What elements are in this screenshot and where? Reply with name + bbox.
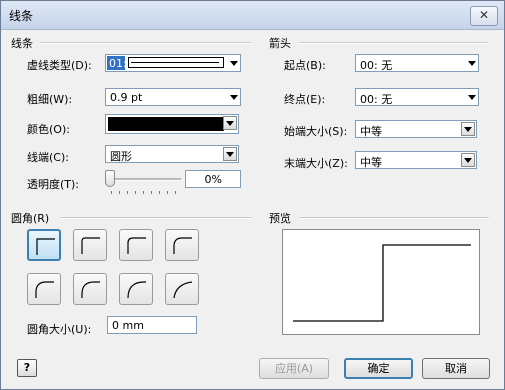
corner-style-0[interactable] bbox=[27, 229, 61, 261]
chevron-down-icon bbox=[468, 95, 476, 100]
corner-style-6[interactable] bbox=[119, 273, 153, 305]
chevron-down-icon bbox=[230, 61, 238, 66]
chevron-down-icon bbox=[461, 122, 475, 136]
dialog-title: 线条 bbox=[9, 9, 34, 23]
close-icon: ✕ bbox=[478, 8, 490, 22]
end-arrow-dropdown[interactable]: 00: 无 bbox=[355, 88, 479, 106]
corners-section-divider bbox=[61, 217, 251, 219]
line-section-title: 线条 bbox=[11, 37, 33, 50]
line-section-divider bbox=[41, 42, 251, 44]
corner-style-5[interactable] bbox=[73, 273, 107, 305]
dash-type-label: 虚线类型(D): bbox=[27, 59, 92, 72]
line-preview bbox=[293, 244, 471, 322]
preview-pane bbox=[282, 229, 480, 335]
preview-section-divider bbox=[299, 217, 489, 219]
transparency-label: 透明度(T): bbox=[27, 178, 80, 191]
line-dialog: 线条 ✕ 线条 虚线类型(D): 01: 粗细(W): 0.9 pt 颜色(O)… bbox=[0, 0, 505, 390]
begin-arrow-label: 起点(B): bbox=[284, 59, 326, 72]
help-icon: ? bbox=[23, 361, 31, 374]
transparency-slider-ticks bbox=[111, 191, 181, 194]
arrows-section-title: 箭头 bbox=[269, 37, 291, 50]
chevron-down-icon bbox=[461, 153, 475, 167]
begin-size-label: 始端大小(S): bbox=[284, 125, 348, 138]
end-arrow-value: 00: 无 bbox=[360, 93, 393, 106]
chevron-down-icon bbox=[468, 61, 476, 66]
dash-pattern-swatch bbox=[128, 57, 224, 68]
apply-button[interactable]: 应用(A) bbox=[259, 358, 329, 379]
cap-value: 圆形 bbox=[110, 150, 132, 163]
dash-type-value: 01: bbox=[109, 57, 127, 70]
begin-size-value: 中等 bbox=[360, 125, 382, 138]
corner-style-1[interactable] bbox=[73, 229, 107, 261]
corners-section-title: 圆角(R) bbox=[11, 212, 50, 225]
color-dropdown[interactable] bbox=[105, 114, 239, 134]
transparency-slider-thumb[interactable] bbox=[105, 170, 115, 187]
rounded-corner-icon bbox=[173, 281, 192, 298]
corner-style-4[interactable] bbox=[27, 273, 61, 305]
chevron-down-icon bbox=[223, 147, 237, 161]
ok-button[interactable]: 确定 bbox=[344, 358, 413, 379]
end-size-label: 末端大小(Z): bbox=[284, 157, 348, 170]
color-swatch bbox=[108, 117, 224, 131]
rounded-corner-icon bbox=[81, 237, 100, 254]
corner-size-label: 圆角大小(U): bbox=[27, 323, 92, 336]
chevron-down-icon bbox=[223, 116, 237, 130]
rounded-corner-icon bbox=[81, 281, 100, 298]
corner-style-3[interactable] bbox=[165, 229, 199, 261]
begin-arrow-dropdown[interactable]: 00: 无 bbox=[355, 54, 479, 72]
chevron-down-icon bbox=[230, 95, 238, 100]
end-size-dropdown[interactable]: 中等 bbox=[355, 151, 477, 169]
cancel-button[interactable]: 取消 bbox=[422, 358, 490, 379]
corner-style-7[interactable] bbox=[165, 273, 199, 305]
weight-label: 粗细(W): bbox=[27, 93, 73, 106]
help-button[interactable]: ? bbox=[17, 359, 37, 377]
transparency-value: 0% bbox=[204, 173, 222, 186]
dash-type-dropdown[interactable]: 01: bbox=[105, 54, 241, 72]
corner-size-input[interactable]: 0 mm bbox=[107, 316, 197, 334]
rounded-corner-icon bbox=[35, 281, 54, 298]
end-arrow-label: 终点(E): bbox=[284, 93, 326, 106]
rounded-corner-icon bbox=[173, 237, 192, 254]
rounded-corner-icon bbox=[127, 237, 146, 254]
corner-style-2[interactable] bbox=[119, 229, 153, 261]
rounded-corner-icon bbox=[127, 281, 146, 298]
square-corner-icon bbox=[36, 238, 55, 255]
transparency-slider-track[interactable] bbox=[109, 178, 181, 181]
close-button[interactable]: ✕ bbox=[470, 6, 498, 26]
arrows-section-divider bbox=[299, 42, 489, 44]
end-size-value: 中等 bbox=[360, 156, 382, 169]
corner-size-value: 0 mm bbox=[112, 319, 144, 332]
cap-label: 线端(C): bbox=[27, 151, 69, 164]
color-label: 颜色(O): bbox=[27, 123, 70, 136]
transparency-input[interactable]: 0% bbox=[185, 170, 241, 188]
weight-dropdown[interactable]: 0.9 pt bbox=[105, 88, 241, 106]
title-bar: 线条 ✕ bbox=[1, 1, 504, 30]
begin-arrow-value: 00: 无 bbox=[360, 59, 393, 72]
cap-dropdown[interactable]: 圆形 bbox=[105, 145, 239, 163]
preview-section-title: 预览 bbox=[269, 212, 291, 225]
begin-size-dropdown[interactable]: 中等 bbox=[355, 120, 477, 138]
weight-value: 0.9 pt bbox=[110, 91, 143, 104]
